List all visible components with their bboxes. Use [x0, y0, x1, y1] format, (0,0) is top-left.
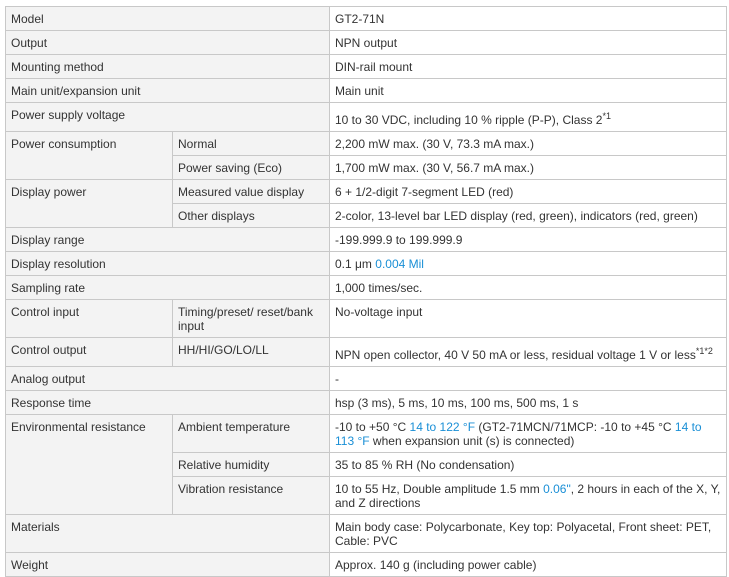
row-value: 1,700 mW max. (30 V, 56.7 mA max.): [329, 155, 727, 180]
row-value: 2,200 mW max. (30 V, 73.3 mA max.): [329, 131, 727, 156]
row-value: NPN output: [329, 30, 727, 55]
table-row-display-measured: Display power Measured value display 6 +…: [5, 179, 727, 228]
imperial-value: 0.06": [543, 482, 571, 496]
row-value: 2-color, 13-level bar LED display (red, …: [329, 203, 727, 228]
table-row-analog-output: Analog output -: [5, 366, 727, 391]
row-value: Main body case: Polycarbonate, Key top: …: [329, 514, 727, 553]
row-label: Analog output: [5, 366, 330, 391]
row-sublabel: Measured value display: [172, 179, 330, 204]
table-row-power-normal: Power consumption Normal 2,200 mW max. (…: [5, 131, 727, 180]
row-label: Power supply voltage: [5, 102, 330, 132]
table-row-ambient-temperature: Environmental resistance Ambient tempera…: [5, 414, 727, 515]
table-row-weight: Weight Approx. 140 g (including power ca…: [5, 552, 727, 577]
footnote-mark: *1: [602, 111, 611, 121]
row-value: Main unit: [329, 78, 727, 103]
value-text: 10 to 55 Hz, Double amplitude 1.5 mm: [335, 482, 544, 496]
row-sublabel: Ambient temperature: [172, 414, 330, 453]
footnote-mark: *1*2: [695, 346, 713, 356]
table-row-display-resolution: Display resolution 0.1 μm 0.004 Mil: [5, 251, 727, 276]
row-label: Main unit/expansion unit: [5, 78, 330, 103]
row-value: 10 to 55 Hz, Double amplitude 1.5 mm 0.0…: [329, 476, 727, 515]
table-row-response-time: Response time hsp (3 ms), 5 ms, 10 ms, 1…: [5, 390, 727, 415]
row-sublabel: Other displays: [172, 203, 330, 228]
row-label: Materials: [5, 514, 330, 553]
row-sublabel: Vibration resistance: [172, 476, 330, 515]
row-value: Approx. 140 g (including power cable): [329, 552, 727, 577]
table-row-control-output: Control output HH/HI/GO/LO/LL NPN open c…: [5, 337, 727, 367]
row-sublabel: Normal: [172, 131, 330, 156]
table-row-model: Model GT2-71N: [5, 6, 727, 31]
row-value: -10 to +50 °C 14 to 122 °F (GT2-71MCN/71…: [329, 414, 727, 453]
row-value: DIN-rail mount: [329, 54, 727, 79]
value-text: NPN open collector, 40 V 50 mA or less, …: [335, 348, 696, 362]
specifications-table: Model GT2-71N Output NPN output Mounting…: [5, 6, 727, 577]
value-text: 10 to 30 VDC, including 10 % ripple (P-P…: [335, 113, 603, 127]
row-value: hsp (3 ms), 5 ms, 10 ms, 100 ms, 500 ms,…: [329, 390, 727, 415]
table-row-sampling: Sampling rate 1,000 times/sec.: [5, 275, 727, 300]
row-label: Mounting method: [5, 54, 330, 79]
row-label: Display resolution: [5, 251, 330, 276]
row-label: Output: [5, 30, 330, 55]
row-label: Model: [5, 6, 330, 31]
row-value: -: [329, 366, 727, 391]
table-row-mounting: Mounting method DIN-rail mount: [5, 54, 727, 79]
row-value: -199.999.9 to 199.999.9: [329, 227, 727, 252]
row-label: Weight: [5, 552, 330, 577]
row-label: Response time: [5, 390, 330, 415]
row-value: NPN open collector, 40 V 50 mA or less, …: [329, 337, 727, 367]
value-text: 0.1 μm: [335, 257, 372, 271]
value-text: (GT2-71MCN/71MCP: -10 to +45 °C: [475, 420, 675, 434]
row-value: No-voltage input: [329, 299, 727, 338]
row-label: Sampling rate: [5, 275, 330, 300]
table-row-unit: Main unit/expansion unit Main unit: [5, 78, 727, 103]
row-label: Environmental resistance: [5, 414, 173, 515]
table-row-power-supply: Power supply voltage 10 to 30 VDC, inclu…: [5, 102, 727, 132]
row-label: Display range: [5, 227, 330, 252]
row-label: Control output: [5, 337, 173, 367]
value-text: when expansion unit (s) is connected): [369, 434, 575, 448]
row-value: 0.1 μm 0.004 Mil: [329, 251, 727, 276]
table-row-materials: Materials Main body case: Polycarbonate,…: [5, 514, 727, 553]
row-value: GT2-71N: [329, 6, 727, 31]
row-label: Display power: [5, 179, 173, 228]
row-value: 1,000 times/sec.: [329, 275, 727, 300]
row-value: 6 + 1/2-digit 7-segment LED (red): [329, 179, 727, 204]
row-sublabel: Relative humidity: [172, 452, 330, 477]
row-label: Control input: [5, 299, 173, 338]
imperial-value: 0.004 Mil: [375, 257, 424, 271]
row-sublabel: Power saving (Eco): [172, 155, 330, 180]
row-sublabel: Timing/preset/ reset/bank input: [172, 299, 330, 338]
row-value: 35 to 85 % RH (No condensation): [329, 452, 727, 477]
row-label: Power consumption: [5, 131, 173, 180]
table-row-display-range: Display range -199.999.9 to 199.999.9: [5, 227, 727, 252]
row-value: 10 to 30 VDC, including 10 % ripple (P-P…: [329, 102, 727, 132]
table-row-output: Output NPN output: [5, 30, 727, 55]
table-row-control-input: Control input Timing/preset/ reset/bank …: [5, 299, 727, 338]
value-text: -10 to +50 °C: [335, 420, 410, 434]
row-sublabel: HH/HI/GO/LO/LL: [172, 337, 330, 367]
imperial-value: 14 to 122 °F: [409, 420, 476, 434]
